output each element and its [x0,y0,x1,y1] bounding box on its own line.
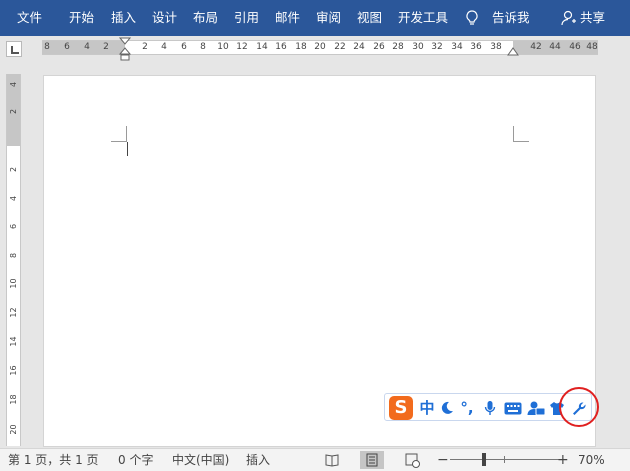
share-button[interactable]: 共享 [580,0,605,36]
zoom-in-button[interactable]: + [557,449,569,471]
ruler-number: 8 [200,42,206,52]
moon-halfwidth-icon[interactable] [438,396,456,420]
print-layout-icon[interactable] [360,451,384,469]
ruler-number: 18 [295,42,307,52]
ruler-number: 8 [44,42,50,52]
tab-layout[interactable]: 布局 [193,0,218,36]
ruler-number: 34 [451,42,463,52]
ruler-number: 30 [412,42,424,52]
ruler-number: 6 [64,42,70,52]
ruler-number: 10 [217,42,229,52]
tab-insert[interactable]: 插入 [111,0,136,36]
zoom-level[interactable]: 70% [578,449,605,471]
ruler-number: 26 [373,42,385,52]
sogou-logo-icon[interactable]: S [389,396,413,420]
tab-review[interactable]: 审阅 [316,0,341,36]
ruler-number: 12 [9,307,18,318]
ruler-number: 38 [490,42,502,52]
ruler-number: 6 [9,223,18,230]
ruler-number: 32 [431,42,443,52]
ruler-number: 44 [549,42,561,52]
tab-home[interactable]: 开始 [69,0,94,36]
ruler-number: 18 [9,394,18,405]
ruler-number: 20 [314,42,326,52]
ruler-number: 14 [256,42,268,52]
ruler-number: 4 [161,42,167,52]
tab-file[interactable]: 文件 [17,0,42,36]
page-info[interactable]: 第 1 页，共 1 页 [8,449,99,471]
vertical-ruler[interactable]: 4 2 2 4 6 8 10 12 14 16 18 20 [6,74,21,446]
status-bar: 第 1 页，共 1 页 0 个字 中文(中国) 插入 − + 70% [0,448,630,471]
ruler-number: 36 [470,42,482,52]
zoom-out-button[interactable]: − [437,449,449,471]
indent-markers-left[interactable] [119,36,131,62]
top-right-crop-mark [513,126,529,142]
chinese-mode-icon[interactable]: 中 [417,396,437,420]
zoom-slider-thumb[interactable] [482,453,486,466]
tab-view[interactable]: 视图 [357,0,382,36]
right-indent-marker[interactable] [507,46,519,56]
highlight-circle [559,387,599,427]
tab-references[interactable]: 引用 [234,0,259,36]
document-page[interactable] [43,75,596,447]
zoom-100-tick [504,456,505,463]
top-left-crop-mark [111,126,127,142]
ribbon-tab-bar: 文件 开始 插入 设计 布局 引用 邮件 审阅 视图 开发工具 告诉我 共享 [0,0,630,36]
tell-me-box[interactable]: 告诉我 [492,0,530,36]
vertical-scrollbar[interactable] [610,60,630,448]
ruler-number: 10 [9,278,18,289]
web-layout-icon[interactable] [400,451,424,469]
ruler-number: 20 [9,424,18,435]
ruler-number: 48 [586,42,598,52]
tab-stop-selector[interactable] [6,41,22,57]
ruler-number: 46 [569,42,581,52]
tab-design[interactable]: 设计 [152,0,177,36]
lightbulb-icon[interactable] [466,10,478,30]
ruler-number: 16 [9,365,18,376]
ruler-number: 8 [9,252,18,259]
punctuation-icon[interactable]: °, [457,396,477,420]
tab-developer[interactable]: 开发工具 [398,0,448,36]
ruler-number: 22 [334,42,346,52]
ruler-number: 24 [353,42,365,52]
ruler-number: 14 [9,336,18,347]
ruler-number: 28 [392,42,404,52]
insert-mode[interactable]: 插入 [246,449,270,471]
language-indicator[interactable]: 中文(中国) [172,449,229,471]
microphone-icon[interactable] [481,396,499,420]
ruler-number: 4 [9,81,18,88]
person-icon[interactable] [561,10,577,30]
ruler-number: 2 [9,166,18,173]
ruler-row: 8 6 4 2 2 4 6 8 10 12 14 16 18 20 22 24 … [0,36,630,62]
user-card-icon[interactable] [526,396,546,420]
word-count[interactable]: 0 个字 [118,449,153,471]
text-cursor [127,142,128,156]
read-mode-icon[interactable] [320,451,344,469]
ruler-number: 42 [530,42,542,52]
zoom-slider[interactable] [450,459,560,460]
keyboard-icon[interactable] [503,396,523,420]
ruler-number: 6 [181,42,187,52]
ruler-number: 12 [236,42,248,52]
ruler-number: 2 [103,42,109,52]
ruler-number: 4 [84,42,90,52]
ruler-number: 2 [142,42,148,52]
ruler-number: 16 [275,42,287,52]
ruler-number: 2 [9,108,18,115]
tab-mailings[interactable]: 邮件 [275,0,300,36]
ruler-number: 4 [9,195,18,202]
